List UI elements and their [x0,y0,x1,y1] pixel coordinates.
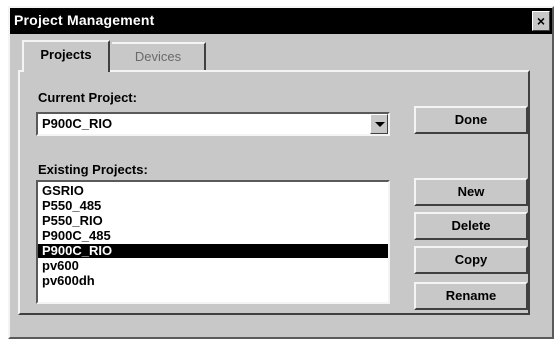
list-item[interactable]: P550_485 [38,199,388,213]
existing-projects-list[interactable]: GSRIO P550_485 P550_RIO P900C_485 P900C_… [36,180,390,304]
chevron-down-icon[interactable] [370,114,388,134]
list-item[interactable]: pv600dh [38,274,388,288]
current-project-select[interactable]: P900C_RIO [36,112,390,136]
close-icon[interactable]: × [532,11,550,31]
existing-projects-label: Existing Projects: [38,162,148,177]
tab-devices[interactable]: Devices [112,42,206,70]
window-title: Project Management [14,12,155,28]
list-item[interactable]: P550_RIO [38,214,388,228]
current-project-label: Current Project: [38,90,137,105]
list-item-selected[interactable]: P900C_RIO [38,244,388,258]
current-project-value: P900C_RIO [42,116,113,131]
rename-button[interactable]: Rename [414,282,528,310]
list-item[interactable]: GSRIO [38,184,388,198]
copy-button[interactable]: Copy [414,246,528,274]
tab-projects[interactable]: Projects [22,40,110,72]
list-item[interactable]: P900C_485 [38,229,388,243]
done-button[interactable]: Done [414,106,528,134]
title-bar[interactable]: Project Management × [10,8,552,34]
delete-button[interactable]: Delete [414,212,528,240]
list-item[interactable]: pv600 [38,259,388,273]
new-button[interactable]: New [414,178,528,206]
